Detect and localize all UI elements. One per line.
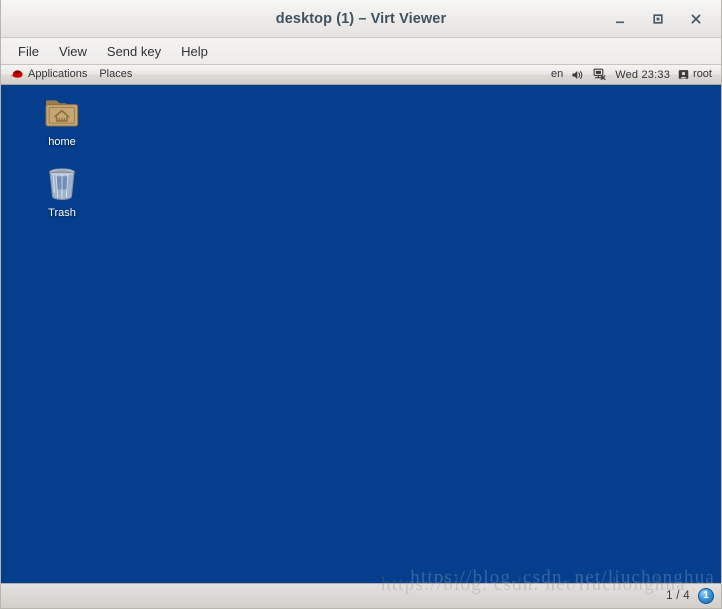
clock-label: Wed 23:33 — [615, 68, 671, 81]
statusbar: https://blog. csdn. net/liuchonghua 1 / … — [1, 574, 721, 608]
user-icon — [678, 69, 689, 80]
titlebar: desktop (1) – Virt Viewer — [1, 0, 721, 38]
window-controls — [609, 0, 713, 38]
status-badge[interactable]: 1 — [698, 588, 714, 604]
watermark-overlay: https://blog. csdn. net/liuchonghua — [410, 567, 715, 583]
places-menu[interactable]: Places — [93, 66, 138, 84]
volume-indicator[interactable] — [567, 66, 589, 84]
panel-right-group: en Wed 23:33 root — [547, 65, 716, 84]
panel-left-group: Applications Places — [4, 65, 138, 84]
desktop-icon-home-label: home — [48, 136, 76, 148]
home-folder-icon — [42, 93, 82, 133]
keyboard-layout-indicator[interactable]: en — [547, 66, 567, 84]
menu-view[interactable]: View — [50, 41, 96, 62]
menu-help[interactable]: Help — [172, 41, 217, 62]
redhat-shadowman-icon — [10, 69, 24, 81]
network-disconnected-icon — [593, 68, 607, 81]
places-label: Places — [99, 68, 133, 80]
gnome-top-panel: Applications Places en Wed 23:33 root — [1, 65, 721, 85]
maximize-button[interactable] — [647, 8, 669, 30]
trash-can-icon — [42, 164, 82, 204]
clock-indicator[interactable]: Wed 23:33 — [611, 66, 674, 84]
virt-viewer-window: desktop (1) – Virt Viewer File View Send… — [0, 0, 722, 609]
volume-icon — [571, 69, 585, 81]
menu-file[interactable]: File — [9, 41, 48, 62]
page-indicator: 1 / 4 — [666, 590, 690, 602]
minimize-button[interactable] — [609, 8, 631, 30]
menubar: File View Send key Help — [1, 38, 721, 65]
close-button[interactable] — [685, 8, 707, 30]
desktop-icon-trash[interactable]: Trash — [26, 164, 98, 220]
guest-display[interactable]: Applications Places en Wed 23:33 root ho… — [1, 65, 721, 583]
desktop-icon-trash-label: Trash — [48, 207, 76, 219]
applications-menu[interactable]: Applications — [4, 66, 93, 84]
window-title: desktop (1) – Virt Viewer — [275, 10, 447, 27]
user-menu[interactable]: root — [674, 66, 716, 84]
user-label: root — [693, 68, 712, 80]
applications-label: Applications — [28, 68, 88, 80]
desktop-icon-home[interactable]: home — [26, 93, 98, 149]
keyboard-layout-label: en — [550, 68, 564, 80]
network-indicator[interactable] — [589, 66, 611, 84]
menu-send-key[interactable]: Send key — [98, 41, 170, 62]
